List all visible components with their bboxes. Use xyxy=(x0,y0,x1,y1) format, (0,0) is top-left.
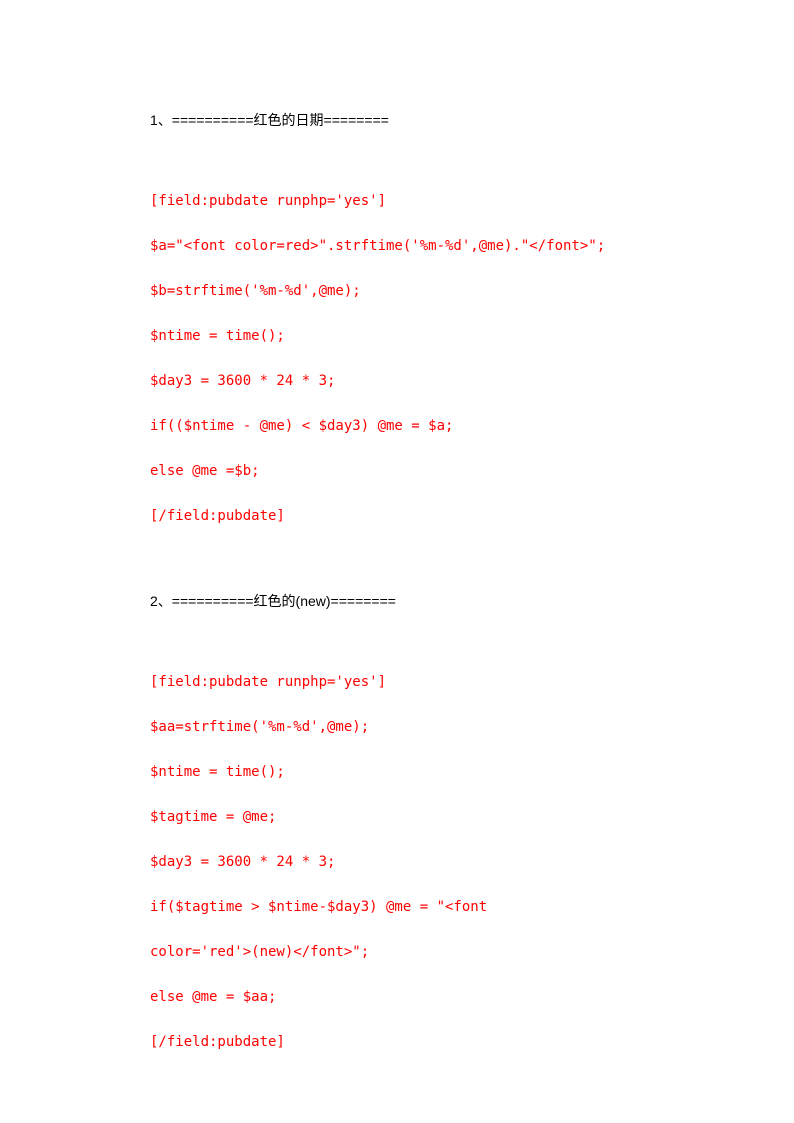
code-line: $b=strftime('%m-%d',@me); xyxy=(150,281,644,302)
code-line: $tagtime = @me; xyxy=(150,807,644,828)
section-gap xyxy=(150,551,644,591)
section-2-heading: 2、==========红色的(new)======== xyxy=(150,591,644,612)
code-line: else @me = $aa; xyxy=(150,987,644,1008)
code-line: [/field:pubdate] xyxy=(150,1032,644,1053)
code-line: if(($ntime - @me) < $day3) @me = $a; xyxy=(150,416,644,437)
code-line: $day3 = 3600 * 24 * 3; xyxy=(150,852,644,873)
code-line: [field:pubdate runphp='yes'] xyxy=(150,191,644,212)
code-line: if($tagtime > $ntime-$day3) @me = "<font xyxy=(150,897,644,918)
code-line: $ntime = time(); xyxy=(150,326,644,347)
code-line: [field:pubdate runphp='yes'] xyxy=(150,672,644,693)
code-line: else @me =$b; xyxy=(150,461,644,482)
code-line: $aa=strftime('%m-%d',@me); xyxy=(150,717,644,738)
code-block-2: [field:pubdate runphp='yes'] $aa=strftim… xyxy=(150,672,644,1053)
section-1-heading: 1、==========红色的日期======== xyxy=(150,110,644,131)
code-line: $day3 = 3600 * 24 * 3; xyxy=(150,371,644,392)
code-line: $a="<font color=red>".strftime('%m-%d',@… xyxy=(150,236,644,257)
code-line: $ntime = time(); xyxy=(150,762,644,783)
code-block-1: [field:pubdate runphp='yes'] $a="<font c… xyxy=(150,191,644,527)
document-page: 1、==========红色的日期======== [field:pubdate… xyxy=(0,0,794,1053)
code-line: [/field:pubdate] xyxy=(150,506,644,527)
code-line: color='red'>(new)</font>"; xyxy=(150,942,644,963)
